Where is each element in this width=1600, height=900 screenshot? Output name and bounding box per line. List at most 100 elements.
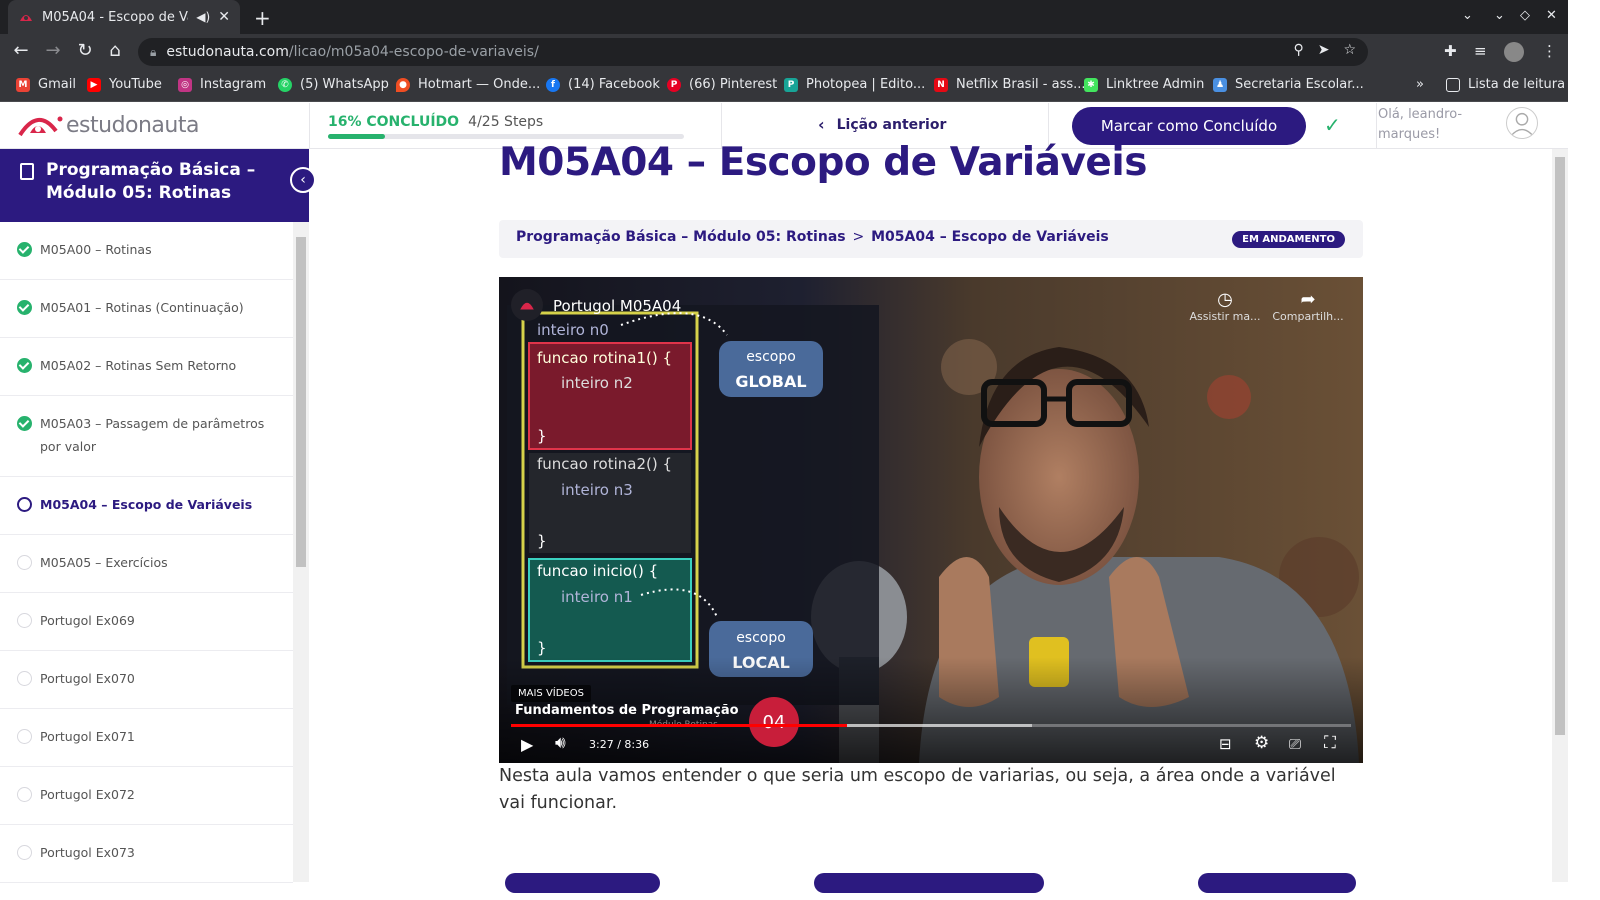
- header-divider: [309, 103, 310, 149]
- extensions-icon[interactable]: ✚: [1444, 42, 1457, 60]
- youtube-icon: ▶: [87, 77, 101, 92]
- cast-icon[interactable]: ⎚: [1289, 735, 1301, 753]
- sidebar-scrollbar-thumb[interactable]: [296, 237, 306, 567]
- lesson-item-current[interactable]: M05A04 – Escopo de Variáveis: [0, 477, 293, 535]
- bookmark-photopea[interactable]: P Photopea | Edito...: [784, 77, 925, 92]
- restore-icon[interactable]: ◇: [1520, 8, 1530, 23]
- empty-circle-icon: [17, 787, 32, 802]
- play-icon[interactable]: ▶: [521, 735, 533, 754]
- linktree-icon: ✱: [1084, 77, 1098, 92]
- user-greeting: Olá, leandro-marques!: [1378, 107, 1463, 142]
- new-tab-icon[interactable]: +: [254, 6, 271, 30]
- back-icon[interactable]: ←: [10, 40, 32, 61]
- volume-icon[interactable]: 🔊︎: [555, 733, 566, 753]
- browser-tab-active[interactable]: M05A04 - Escopo de Variá ◀) ✕: [8, 0, 240, 34]
- video-title[interactable]: Portugol M05A04: [553, 297, 681, 315]
- bookmarks-bar: M Gmail ▶ YouTube ◎ Instagram ✆ (5) WhatsApp…: [0, 70, 1568, 102]
- watch-later-button[interactable]: ◷ Assistir ma...: [1185, 289, 1265, 323]
- lesson-action-button[interactable]: [814, 873, 1044, 893]
- video-progress-track[interactable]: [511, 724, 1351, 727]
- send-icon[interactable]: ➤: [1318, 42, 1330, 58]
- forward-icon[interactable]: →: [42, 40, 64, 61]
- video-played-bar: [511, 724, 847, 727]
- share-arrow-icon: ➦: [1300, 289, 1316, 310]
- code-func-3: funcao inicio() {: [537, 562, 658, 580]
- bookmark-instagram[interactable]: ◎ Instagram: [178, 77, 266, 92]
- breadcrumb-lesson-link[interactable]: M05A04 – Escopo de Variáveis: [871, 229, 1109, 245]
- lesson-item[interactable]: M05A00 – Rotinas: [0, 222, 293, 280]
- global-scope-label-1: escopo: [746, 349, 796, 365]
- profile-avatar-icon[interactable]: [1504, 42, 1524, 62]
- channel-avatar[interactable]: [511, 289, 543, 321]
- lesson-item[interactable]: M05A02 – Rotinas Sem Retorno: [0, 338, 293, 396]
- checkmark-icon[interactable]: ✓: [1324, 113, 1341, 137]
- lesson-item[interactable]: Portugol Ex070: [0, 651, 293, 709]
- breadcrumb-course-link[interactable]: Programação Básica – Módulo 05: Rotinas: [516, 229, 846, 245]
- progress-bar-fill: [328, 134, 385, 139]
- lesson-item[interactable]: M05A03 – Passagem de parâmetros por valo…: [0, 396, 293, 477]
- lesson-item[interactable]: Portugol Ex073: [0, 825, 293, 883]
- more-videos-label[interactable]: MAIS VÍDEOS: [511, 685, 591, 702]
- site-logo[interactable]: estudonauta: [16, 111, 199, 139]
- bookmark-netflix[interactable]: N Netflix Brasil - ass...: [934, 77, 1086, 92]
- close-window-icon[interactable]: ✕: [1546, 8, 1557, 23]
- progress-steps: 4/25 Steps: [468, 114, 544, 130]
- media-queue-icon[interactable]: ≡: [1474, 42, 1487, 60]
- bookmark-star-icon[interactable]: ☆: [1343, 42, 1356, 58]
- menu-kebab-icon[interactable]: ⋮: [1542, 42, 1557, 60]
- bookmark-gmail[interactable]: M Gmail: [16, 77, 76, 92]
- share-button[interactable]: ➦ Compartilh...: [1269, 289, 1347, 323]
- page-scrollbar[interactable]: [1552, 149, 1568, 882]
- video-player[interactable]: inteiro n0 funcao rotina1() { inteiro n2…: [499, 277, 1363, 763]
- more-bookmarks-button[interactable]: »: [1416, 77, 1424, 92]
- status-badge: EM ANDAMENTO: [1232, 231, 1345, 248]
- reading-list-button[interactable]: Lista de leitura: [1446, 77, 1565, 92]
- course-progress: 16% CONCLUÍDO 4/25 Steps: [328, 111, 688, 139]
- breadcrumb: Programação Básica – Módulo 05: Rotinas …: [499, 220, 1363, 258]
- lesson-item[interactable]: M05A05 – Exercícios: [0, 535, 293, 593]
- lesson-list: M05A00 – Rotinas M05A01 – Rotinas (Conti…: [0, 222, 293, 883]
- code-close-3: }: [537, 639, 547, 657]
- close-tab-icon[interactable]: ✕: [218, 9, 230, 25]
- settings-gear-icon[interactable]: ⚙: [1254, 733, 1269, 753]
- bookmark-linktree[interactable]: ✱ Linktree Admin: [1084, 77, 1204, 92]
- bookmark-hotmart[interactable]: ● Hotmart — Onde...: [396, 77, 540, 92]
- page-title: M05A04 – Escopo de Variáveis: [499, 140, 1147, 185]
- bookmark-whatsapp[interactable]: ✆ (5) WhatsApp: [278, 77, 389, 92]
- user-avatar[interactable]: [1506, 107, 1538, 139]
- lesson-action-button[interactable]: [1198, 873, 1356, 893]
- lock-icon: 🔒︎: [150, 44, 157, 59]
- bookmark-facebook[interactable]: f (14) Facebook: [546, 77, 660, 92]
- course-header: Programação Básica – Módulo 05: Rotinas: [0, 149, 309, 222]
- minimize-icon[interactable]: ⌄: [1494, 8, 1505, 23]
- reload-icon[interactable]: ↻: [74, 40, 96, 61]
- bookmark-pinterest[interactable]: P (66) Pinterest: [667, 77, 777, 92]
- breadcrumb-separator: >: [852, 229, 865, 245]
- rocket-logo-icon: [520, 302, 534, 310]
- bookmark-youtube[interactable]: ▶ YouTube: [87, 77, 162, 92]
- chevron-left-icon: ‹: [300, 172, 306, 188]
- subtitles-icon[interactable]: ⊟: [1219, 735, 1232, 753]
- lesson-item[interactable]: Portugol Ex072: [0, 767, 293, 825]
- previous-lesson-link[interactable]: ‹ Lição anterior: [818, 115, 946, 134]
- gmail-icon: M: [16, 77, 30, 92]
- reading-list-icon: [1446, 77, 1460, 92]
- speaker-icon[interactable]: ◀): [196, 10, 210, 24]
- facebook-icon: f: [546, 77, 560, 92]
- lesson-item[interactable]: Portugol Ex071: [0, 709, 293, 767]
- lesson-action-button[interactable]: [505, 873, 660, 893]
- secretaria-icon: ♟: [1213, 77, 1227, 92]
- bookmark-secretaria[interactable]: ♟ Secretaria Escolar...: [1213, 77, 1364, 92]
- empty-circle-icon: [17, 613, 32, 628]
- address-bar[interactable]: 🔒︎ estudonauta.com/licao/m05a04-escopo-d…: [138, 38, 1368, 66]
- empty-circle-icon: [17, 671, 32, 686]
- tab-search-icon[interactable]: ⌄: [1462, 8, 1473, 23]
- zoom-icon[interactable]: ⚲: [1293, 42, 1303, 58]
- url-path: /licao/m05a04-escopo-de-variaveis/: [288, 44, 539, 60]
- collapse-sidebar-button[interactable]: ‹: [290, 167, 316, 193]
- home-icon[interactable]: ⌂: [104, 40, 126, 61]
- lesson-item[interactable]: M05A01 – Rotinas (Continuação): [0, 280, 293, 338]
- fullscreen-icon[interactable]: ⛶: [1324, 733, 1336, 753]
- lesson-item[interactable]: Portugol Ex069: [0, 593, 293, 651]
- page-scrollbar-thumb[interactable]: [1555, 157, 1565, 735]
